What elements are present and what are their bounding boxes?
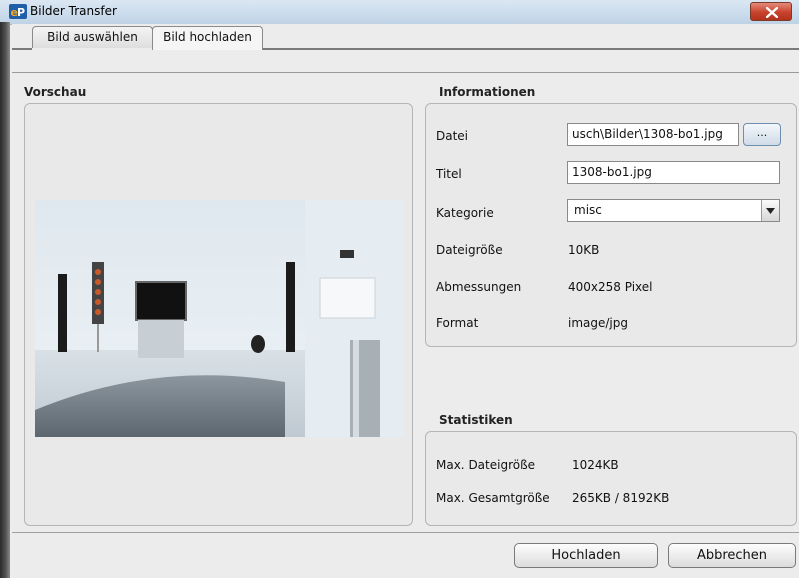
abmessungen-label: Abmessungen (436, 280, 522, 294)
tab-body-header (12, 50, 799, 73)
tab-bild-auswaehlen[interactable]: Bild auswählen (32, 26, 153, 48)
preview-image (35, 200, 404, 437)
dialog-window: e P Bilder Transfer Bild auswählen Bild … (0, 0, 799, 578)
svg-text:P: P (17, 6, 25, 19)
kategorie-select[interactable]: misc (567, 199, 780, 222)
dialog-content: Bild auswählen Bild hochladen Vorschau I… (12, 24, 799, 578)
max-gesamt-value: 265KB / 8192KB (572, 491, 670, 505)
tab-label: Bild hochladen (163, 30, 252, 44)
kategorie-value: misc (574, 203, 602, 217)
abmessungen-value: 400x258 Pixel (568, 280, 653, 294)
datei-field[interactable]: usch\Bilder\1308-bo1.jpg (567, 123, 739, 146)
close-icon (766, 7, 778, 18)
kategorie-label: Kategorie (436, 206, 494, 220)
cancel-button[interactable]: Abbrechen (668, 543, 796, 568)
preview-title: Vorschau (24, 85, 87, 99)
browse-button[interactable]: ... (743, 123, 781, 146)
max-datei-label: Max. Dateigröße (436, 458, 536, 472)
format-label: Format (436, 316, 479, 330)
room-photo (35, 200, 404, 437)
footer-separator (12, 532, 799, 533)
groesse-label: Dateigröße (436, 243, 503, 257)
tab-label: Bild auswählen (47, 30, 138, 44)
tab-bild-hochladen[interactable]: Bild hochladen (152, 26, 263, 50)
stats-title: Statistiken (439, 413, 513, 427)
info-title: Informationen (439, 85, 536, 99)
titel-label: Titel (436, 167, 462, 181)
datei-label: Datei (436, 129, 469, 143)
window-title: Bilder Transfer (30, 4, 117, 18)
kategorie-dropdown-button[interactable] (761, 200, 779, 221)
format-value: image/jpg (568, 316, 628, 330)
chevron-down-icon (766, 208, 775, 214)
max-gesamt-label: Max. Gesamtgröße (436, 491, 550, 505)
tab-strip: Bild auswählen Bild hochladen (12, 24, 799, 73)
window-left-edge (0, 22, 10, 578)
close-button[interactable] (750, 2, 792, 21)
max-datei-value: 1024KB (572, 458, 619, 472)
app-logo-icon: e P (9, 4, 27, 19)
groesse-value: 10KB (568, 243, 600, 257)
preview-panel (24, 103, 413, 526)
stats-panel (425, 431, 797, 526)
title-bar[interactable]: e P Bilder Transfer (0, 0, 799, 25)
upload-button[interactable]: Hochladen (514, 543, 658, 568)
titel-field[interactable]: 1308-bo1.jpg (567, 161, 780, 184)
